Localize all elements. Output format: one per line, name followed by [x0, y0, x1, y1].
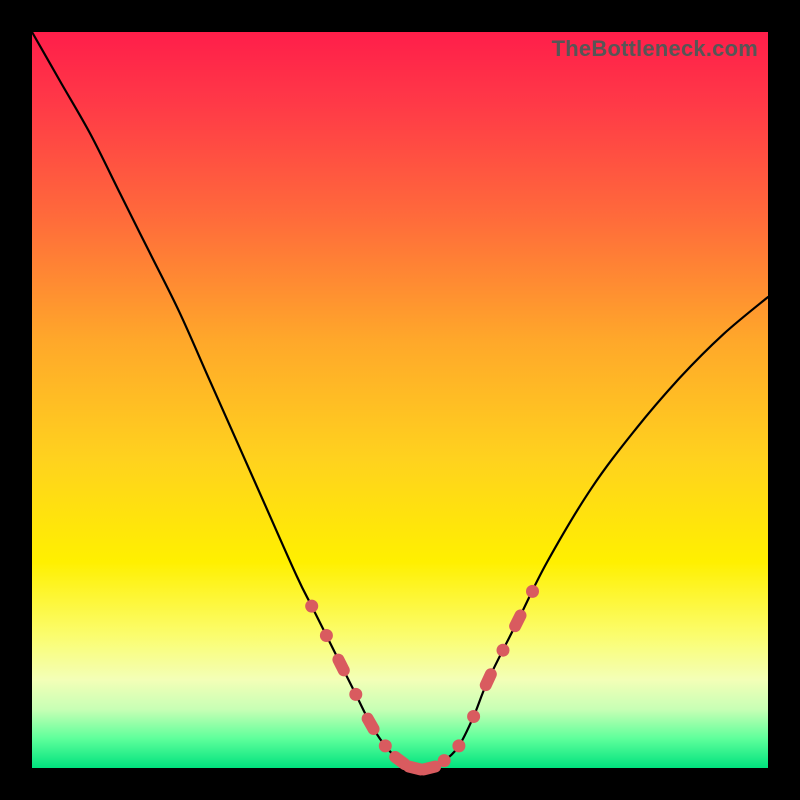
curve-marker-pill: [359, 710, 381, 737]
curve-marker-pill: [507, 607, 528, 634]
curve-svg: [32, 32, 768, 768]
curve-marker-dot: [526, 585, 539, 598]
curve-marker-pill: [478, 666, 499, 693]
curve-marker-dot: [497, 644, 510, 657]
curve-right-branch: [415, 297, 768, 769]
curve-marker-dot: [305, 600, 318, 613]
curve-marker-dot: [452, 739, 465, 752]
curve-marker-dot: [379, 739, 392, 752]
outer-frame: TheBottleneck.com: [0, 0, 800, 800]
curve-marker-dot: [438, 754, 451, 767]
curve-marker-dot: [320, 629, 333, 642]
plot-area: TheBottleneck.com: [32, 32, 768, 768]
curve-marker-dot: [467, 710, 480, 723]
curve-marker-pill: [330, 652, 351, 679]
curve-marker-dot: [349, 688, 362, 701]
curve-left-branch: [32, 32, 415, 768]
curve-markers: [305, 585, 539, 777]
